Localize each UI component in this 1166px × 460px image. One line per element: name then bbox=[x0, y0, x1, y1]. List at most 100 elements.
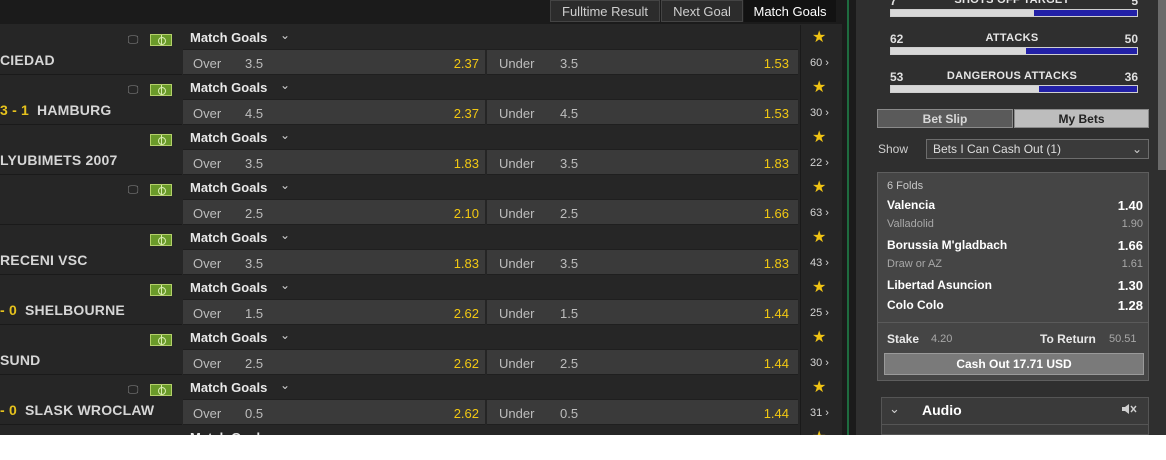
mute-icon[interactable] bbox=[1120, 401, 1138, 417]
more-markets-link[interactable]: 60 › bbox=[810, 57, 829, 69]
team-name[interactable]: SUND bbox=[0, 352, 40, 368]
tab-bet-slip[interactable]: Bet Slip bbox=[877, 109, 1013, 128]
chevron-down-icon[interactable]: ⌄ bbox=[280, 178, 290, 192]
tab-next-goal[interactable]: Next Goal bbox=[661, 0, 743, 22]
tab-fulltime-result[interactable]: Fulltime Result bbox=[550, 0, 660, 22]
stat-row: 53 DANGEROUS ATTACKS 36 bbox=[886, 70, 1138, 104]
chevron-down-icon[interactable]: ⌄ bbox=[280, 378, 290, 392]
bet-card: 6 Folds Valencia 1.40 Valladolid 1.90 Boruss… bbox=[877, 172, 1149, 381]
stat-away-value: 36 bbox=[1124, 70, 1138, 84]
over-price: 2.62 bbox=[453, 306, 479, 321]
chevron-right-icon: › bbox=[822, 257, 829, 269]
tv-icon[interactable]: 🖵 bbox=[125, 84, 141, 96]
stat-bar bbox=[890, 47, 1138, 55]
market-header[interactable]: Match Goals ⌄ bbox=[183, 25, 798, 50]
chevron-down-icon[interactable]: ⌄ bbox=[280, 328, 290, 342]
over-selection[interactable]: Over 0.5 2.62 bbox=[183, 400, 487, 425]
more-markets-link[interactable]: 63 › bbox=[810, 207, 829, 219]
tv-icon[interactable]: 🖵 bbox=[125, 34, 141, 46]
team-name[interactable]: CIEDAD bbox=[0, 52, 55, 68]
scrollbar[interactable] bbox=[1158, 0, 1166, 170]
chevron-down-icon[interactable]: ⌄ bbox=[280, 128, 290, 142]
star-icon[interactable]: ★ bbox=[812, 329, 826, 347]
more-markets-link[interactable]: 25 › bbox=[810, 307, 829, 319]
event-side: ★ 43 › bbox=[800, 225, 838, 275]
team-name[interactable]: RECENI VSC bbox=[0, 252, 88, 268]
star-icon[interactable]: ★ bbox=[812, 129, 826, 147]
team-label: RECENI VSC bbox=[0, 252, 88, 268]
market-header[interactable]: Match Goals ⌄ bbox=[183, 125, 798, 150]
live-pitch-icon[interactable] bbox=[150, 84, 172, 96]
team-name[interactable]: 3 - 1 HAMBURG bbox=[0, 102, 112, 118]
over-selection[interactable]: Over 2.5 2.62 bbox=[183, 350, 487, 375]
tab-my-bets[interactable]: My Bets bbox=[1014, 109, 1149, 128]
team-cell: 🖵 - 0 SLASK WROCLAW bbox=[0, 375, 182, 425]
under-selection[interactable]: Under 3.5 1.83 bbox=[489, 250, 798, 275]
under-selection[interactable]: Under 2.5 1.44 bbox=[489, 350, 798, 375]
live-pitch-icon[interactable] bbox=[150, 234, 172, 246]
over-label: Over bbox=[193, 406, 222, 421]
live-pitch-icon[interactable] bbox=[150, 34, 172, 46]
star-icon[interactable]: ★ bbox=[812, 379, 826, 397]
market-header[interactable]: Match Goals ⌄ bbox=[183, 175, 798, 200]
team-name[interactable]: - 0 SHELBOURNE bbox=[0, 302, 125, 318]
over-selection[interactable]: Over 2.5 2.10 bbox=[183, 200, 487, 225]
team-cell bbox=[0, 425, 182, 435]
under-selection[interactable]: Under 3.5 1.53 bbox=[489, 50, 798, 75]
chevron-down-icon[interactable]: ⌄ bbox=[280, 278, 290, 292]
chevron-down-icon[interactable]: ⌄ bbox=[280, 78, 290, 92]
star-icon[interactable]: ★ bbox=[812, 429, 826, 435]
bet-selection: Valladolid 1.90 bbox=[887, 218, 1143, 236]
live-pitch-icon[interactable] bbox=[150, 334, 172, 346]
more-markets-link[interactable]: 30 › bbox=[810, 357, 829, 369]
star-icon[interactable]: ★ bbox=[812, 79, 826, 97]
under-selection[interactable]: Under 3.5 1.83 bbox=[489, 150, 798, 175]
cash-out-button[interactable]: Cash Out 17.71 USD bbox=[884, 353, 1144, 375]
chevron-down-icon[interactable]: ⌄ bbox=[280, 28, 290, 42]
chevron-down-icon[interactable]: ⌄ bbox=[280, 228, 290, 242]
tab-match-goals[interactable]: Match Goals bbox=[744, 0, 836, 22]
tv-icon[interactable]: 🖵 bbox=[125, 184, 141, 196]
team-name[interactable]: LYUBIMETS 2007 bbox=[0, 152, 117, 168]
over-line: 2.5 bbox=[245, 356, 264, 371]
over-selection[interactable]: Over 3.5 2.37 bbox=[183, 50, 487, 75]
live-pitch-icon[interactable] bbox=[150, 284, 172, 296]
star-icon[interactable]: ★ bbox=[812, 229, 826, 247]
under-selection[interactable]: Under 4.5 1.53 bbox=[489, 100, 798, 125]
market-header[interactable]: Match Goals ⌄ bbox=[183, 275, 798, 300]
over-selection[interactable]: Over 4.5 2.37 bbox=[183, 100, 487, 125]
to-return-label: To Return bbox=[1040, 332, 1096, 346]
market-header[interactable]: Match Goals ⌄ bbox=[183, 325, 798, 350]
under-selection[interactable]: Under 1.5 1.44 bbox=[489, 300, 798, 325]
live-pitch-icon[interactable] bbox=[150, 134, 172, 146]
under-selection[interactable]: Under 0.5 1.44 bbox=[489, 400, 798, 425]
market-title: Match Goals bbox=[190, 30, 268, 45]
more-markets-link[interactable]: 31 › bbox=[810, 407, 829, 419]
star-icon[interactable]: ★ bbox=[812, 29, 826, 47]
selection-name: Draw or AZ bbox=[887, 258, 943, 270]
bet-selection: Libertad Asuncion 1.30 bbox=[887, 278, 1143, 296]
over-selection[interactable]: Over 1.5 2.62 bbox=[183, 300, 487, 325]
more-markets-count: 30 bbox=[810, 107, 823, 119]
over-selection[interactable]: Over 3.5 1.83 bbox=[183, 150, 487, 175]
show-filter-select[interactable]: Bets I Can Cash Out (1) ⌄ bbox=[926, 139, 1149, 159]
over-selection[interactable]: Over 3.5 1.83 bbox=[183, 250, 487, 275]
market-header[interactable]: Match Goals ⌄ bbox=[183, 225, 798, 250]
chevron-down-icon[interactable]: ⌄ bbox=[889, 401, 900, 417]
market-header[interactable]: Match Goals bbox=[183, 425, 798, 435]
more-markets-link[interactable]: 43 › bbox=[810, 257, 829, 269]
star-icon[interactable]: ★ bbox=[812, 279, 826, 297]
more-markets-link[interactable]: 30 › bbox=[810, 107, 829, 119]
under-selection[interactable]: Under 2.5 1.66 bbox=[489, 200, 798, 225]
live-pitch-icon[interactable] bbox=[150, 384, 172, 396]
tv-icon[interactable]: 🖵 bbox=[125, 384, 141, 396]
market-header[interactable]: Match Goals ⌄ bbox=[183, 75, 798, 100]
over-price: 2.10 bbox=[453, 206, 479, 221]
over-label: Over bbox=[193, 156, 222, 171]
under-price: 1.44 bbox=[763, 306, 789, 321]
live-pitch-icon[interactable] bbox=[150, 184, 172, 196]
star-icon[interactable]: ★ bbox=[812, 179, 826, 197]
more-markets-link[interactable]: 22 › bbox=[810, 157, 829, 169]
market-header[interactable]: Match Goals ⌄ bbox=[183, 375, 798, 400]
team-name[interactable]: - 0 SLASK WROCLAW bbox=[0, 402, 154, 418]
